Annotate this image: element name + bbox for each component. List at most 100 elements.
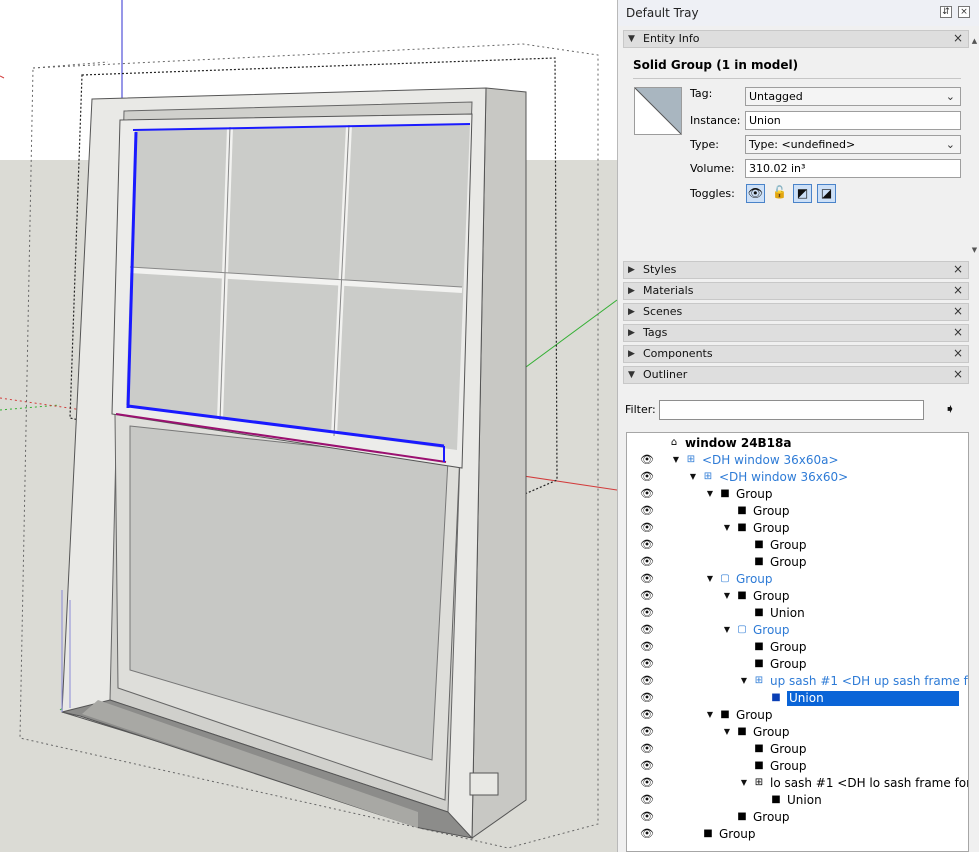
visibility-eye-icon[interactable]: 👁 — [640, 674, 654, 688]
visibility-eye-icon[interactable]: 👁 — [640, 776, 654, 790]
expand-toggle-icon[interactable]: ▼ — [739, 776, 749, 790]
outliner-row[interactable]: 👁 ■ Group — [627, 639, 968, 656]
eye-icon[interactable]: 👁 — [746, 184, 765, 203]
expand-toggle-icon[interactable]: ▼ — [722, 623, 732, 637]
visibility-eye-icon[interactable]: 👁 — [640, 691, 654, 705]
cast-shadows-icon[interactable]: ◪ — [817, 184, 836, 203]
outliner-row[interactable]: 👁 ▼ ⊞ lo sash #1 <DH lo sash frame for 36x — [627, 775, 968, 792]
panel-header-scenes[interactable]: ▶ Scenes × — [623, 303, 969, 321]
outliner-row[interactable]: 👁 ▼ ▢ Group — [627, 622, 968, 639]
tray-scrollbar[interactable] — [969, 261, 979, 386]
expand-arrow-icon[interactable]: ▶ — [628, 346, 635, 363]
panel-close-icon[interactable]: × — [951, 263, 965, 277]
panel-close-icon[interactable]: × — [951, 368, 965, 382]
expand-arrow-icon[interactable]: ▶ — [628, 283, 635, 300]
panel-header-styles[interactable]: ▶ Styles × — [623, 261, 969, 279]
visibility-eye-icon[interactable]: 👁 — [640, 708, 654, 722]
panel-header-outliner[interactable]: ▼ Outliner × — [623, 366, 969, 384]
outliner-row[interactable]: 👁 ■ Group — [627, 809, 968, 826]
outliner-row[interactable]: 👁 ■ Group — [627, 758, 968, 775]
expand-toggle-icon[interactable]: ▼ — [671, 453, 681, 467]
panel-close-icon[interactable]: × — [951, 347, 965, 361]
panel-header-entity-info[interactable]: ▼ Entity Info × — [623, 30, 969, 48]
visibility-eye-icon[interactable]: 👁 — [640, 572, 654, 586]
expand-arrow-icon[interactable]: ▶ — [628, 325, 635, 342]
scroll-up-arrow-icon[interactable]: ▲ — [970, 36, 979, 46]
outliner-row[interactable]: 👁 ▼ ⊞ <DH window 36x60> — [627, 469, 968, 486]
panel-close-icon[interactable]: × — [951, 284, 965, 298]
outliner-row[interactable]: 👁 ■ Union — [627, 690, 968, 707]
visibility-eye-icon[interactable]: 👁 — [640, 538, 654, 552]
visibility-eye-icon[interactable]: 👁 — [640, 640, 654, 654]
visibility-eye-icon[interactable]: 👁 — [640, 521, 654, 535]
expand-toggle-icon[interactable]: ▼ — [722, 521, 732, 535]
outliner-row[interactable]: 👁 ▼ ■ Group — [627, 724, 968, 741]
panel-close-icon[interactable]: × — [951, 32, 965, 46]
instance-field[interactable]: Union — [745, 111, 961, 130]
outliner-row[interactable]: 👁 ▼ ■ Group — [627, 486, 968, 503]
outliner-row[interactable]: 👁 ■ Group — [627, 554, 968, 571]
expand-toggle-icon[interactable]: ▼ — [688, 470, 698, 484]
visibility-eye-icon[interactable]: 👁 — [640, 589, 654, 603]
outliner-tree[interactable]: ⌂ window 24B18a 👁 ▼ ⊞ <DH window 36x60a> 👁 ▼ ⊞ <D… — [626, 432, 969, 852]
expand-toggle-icon[interactable]: ▼ — [722, 589, 732, 603]
expand-toggle-icon[interactable]: ▼ — [739, 674, 749, 688]
outliner-row[interactable]: 👁 ▼ ⊞ up sash #1 <DH up sash frame for 3 — [627, 673, 968, 690]
expand-arrow-icon[interactable]: ▶ — [628, 262, 635, 279]
visibility-eye-icon[interactable]: 👁 — [640, 827, 654, 841]
outliner-row[interactable]: 👁 ■ Union — [627, 605, 968, 622]
material-swatch[interactable] — [634, 87, 682, 135]
visibility-eye-icon[interactable]: 👁 — [640, 606, 654, 620]
outliner-row[interactable]: 👁 ▼ ■ Group — [627, 588, 968, 605]
visibility-eye-icon[interactable]: 👁 — [640, 623, 654, 637]
visibility-eye-icon[interactable]: 👁 — [640, 470, 654, 484]
tray-close-icon[interactable]: × — [958, 6, 970, 18]
outliner-row[interactable]: 👁 ■ Group — [627, 826, 968, 843]
outliner-row[interactable]: 👁 ■ Group — [627, 537, 968, 554]
visibility-eye-icon[interactable]: 👁 — [640, 759, 654, 773]
collapse-arrow-icon[interactable]: ▼ — [628, 367, 635, 384]
outliner-root-row[interactable]: ⌂ window 24B18a — [627, 435, 968, 452]
visibility-eye-icon[interactable]: 👁 — [640, 453, 654, 467]
expand-toggle-icon[interactable]: ▼ — [722, 725, 732, 739]
collapse-arrow-icon[interactable]: ▼ — [628, 31, 635, 48]
expand-arrow-icon[interactable]: ▶ — [628, 304, 635, 321]
visibility-eye-icon[interactable]: 👁 — [640, 725, 654, 739]
model-viewport[interactable] — [0, 0, 617, 852]
filter-label: Filter: — [625, 403, 656, 416]
outliner-row[interactable]: 👁 ▼ ■ Group — [627, 520, 968, 537]
filter-input[interactable] — [659, 400, 924, 420]
outliner-row[interactable]: 👁 ■ Group — [627, 741, 968, 758]
lock-icon[interactable]: 🔓 — [770, 184, 789, 203]
panel-close-icon[interactable]: × — [951, 305, 965, 319]
outliner-row[interactable]: 👁 ■ Group — [627, 656, 968, 673]
outliner-row[interactable]: 👁 ■ Union — [627, 792, 968, 809]
tray-pin-icon[interactable]: ⇵ — [940, 6, 952, 18]
type-dropdown[interactable]: Type: <undefined> ⌄ — [745, 135, 961, 154]
tray-scrollbar[interactable] — [969, 30, 979, 260]
visibility-eye-icon[interactable]: 👁 — [640, 487, 654, 501]
tag-dropdown[interactable]: Untagged ⌄ — [745, 87, 961, 106]
visibility-eye-icon[interactable]: 👁 — [640, 657, 654, 671]
outliner-row[interactable]: 👁 ▼ ■ Group — [627, 707, 968, 724]
visibility-eye-icon[interactable]: 👁 — [640, 504, 654, 518]
visibility-eye-icon[interactable]: 👁 — [640, 793, 654, 807]
visibility-eye-icon[interactable]: 👁 — [640, 555, 654, 569]
outliner-row[interactable]: 👁 ■ Group — [627, 503, 968, 520]
outliner-row[interactable]: 👁 ▼ ⊞ <DH window 36x60a> — [627, 452, 968, 469]
panel-header-materials[interactable]: ▶ Materials × — [623, 282, 969, 300]
receive-shadows-icon[interactable]: ◩ — [793, 184, 812, 203]
expand-toggle-icon[interactable]: ▼ — [705, 487, 715, 501]
panel-header-components[interactable]: ▶ Components × — [623, 345, 969, 363]
panel-header-tags[interactable]: ▶ Tags × — [623, 324, 969, 342]
outliner-row[interactable]: 👁 ▼ ▢ Group — [627, 571, 968, 588]
outliner-details-icon[interactable]: ➧ — [942, 402, 958, 418]
visibility-eye-icon[interactable]: 👁 — [640, 810, 654, 824]
outliner-row-label: lo sash #1 <DH lo sash frame for 36x — [770, 776, 968, 790]
scroll-down-arrow-icon[interactable]: ▼ — [970, 245, 979, 255]
visibility-eye-icon[interactable]: 👁 — [640, 742, 654, 756]
group-icon: ■ — [737, 590, 747, 601]
expand-toggle-icon[interactable]: ▼ — [705, 708, 715, 722]
expand-toggle-icon[interactable]: ▼ — [705, 572, 715, 586]
panel-close-icon[interactable]: × — [951, 326, 965, 340]
